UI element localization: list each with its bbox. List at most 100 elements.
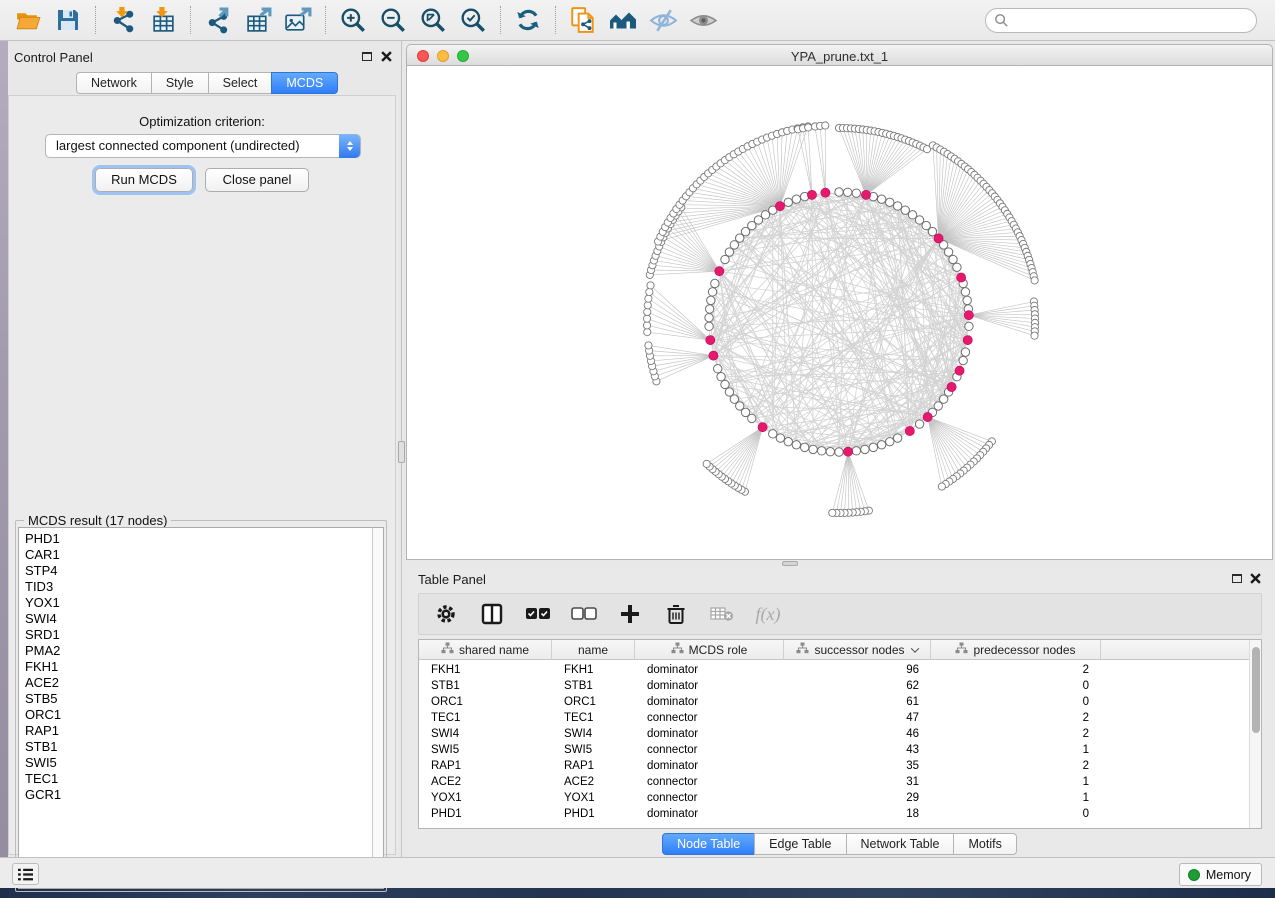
table-row[interactable]: SWI4SWI4dominator462 xyxy=(419,726,1101,742)
float-panel-icon[interactable] xyxy=(362,52,372,61)
cell-shared-name: YOX1 xyxy=(419,790,552,806)
export-table-icon[interactable] xyxy=(238,4,278,36)
column-header-name[interactable]: name xyxy=(552,640,635,660)
cell-name: PHD1 xyxy=(552,806,635,822)
mcds-result-item[interactable]: RAP1 xyxy=(25,723,373,739)
control-tab-mcds[interactable]: MCDS xyxy=(271,72,338,94)
control-tab-style[interactable]: Style xyxy=(151,72,209,94)
deselect-all-rows-icon[interactable] xyxy=(571,601,597,627)
table-settings-icon[interactable] xyxy=(433,601,459,627)
function-builder-icon[interactable]: f(x) xyxy=(755,601,781,627)
table-row[interactable]: ACE2ACE2connector311 xyxy=(419,774,1101,790)
column-header-predecessor-nodes[interactable]: predecessor nodes xyxy=(931,640,1101,660)
cell-successor-nodes: 47 xyxy=(784,710,931,726)
close-panel-icon[interactable] xyxy=(1250,573,1261,584)
add-row-icon[interactable] xyxy=(617,601,643,627)
copy-style-share-icon[interactable] xyxy=(563,4,603,36)
cell-successor-nodes: 62 xyxy=(784,678,931,694)
search-input[interactable] xyxy=(1015,14,1248,28)
mcds-result-scrollbar[interactable] xyxy=(372,527,384,889)
toolbar-separator xyxy=(325,6,326,34)
optimization-criterion-dropdown[interactable]: largest connected component (undirected) xyxy=(45,134,361,158)
mcds-result-item[interactable]: FKH1 xyxy=(25,659,373,675)
mcds-result-item[interactable]: GCR1 xyxy=(25,787,373,803)
table-row[interactable]: ORC1ORC1dominator610 xyxy=(419,694,1101,710)
table-tab-node-table[interactable]: Node Table xyxy=(662,833,755,855)
zoom-selected-icon[interactable] xyxy=(453,4,493,36)
mcds-result-item[interactable]: CAR1 xyxy=(25,547,373,563)
splitter-grip[interactable] xyxy=(782,561,798,566)
column-header-shared-name[interactable]: shared name xyxy=(419,640,552,660)
open-file-icon[interactable] xyxy=(8,4,48,36)
cell-successor-nodes: 61 xyxy=(784,694,931,710)
show-column-panel-icon[interactable] xyxy=(479,601,505,627)
mcds-result-item[interactable]: SRD1 xyxy=(25,627,373,643)
splitter-grip[interactable] xyxy=(398,441,405,463)
hide-selected-icon[interactable] xyxy=(643,4,683,36)
mcds-result-item[interactable]: STP4 xyxy=(25,563,373,579)
delete-table-icon[interactable] xyxy=(709,601,735,627)
table-scrollbar[interactable] xyxy=(1249,640,1261,828)
import-network-icon[interactable] xyxy=(103,4,143,36)
table-row[interactable]: PHD1PHD1dominator180 xyxy=(419,806,1101,822)
mcds-result-item[interactable]: SWI5 xyxy=(25,755,373,771)
float-panel-icon[interactable] xyxy=(1232,574,1242,583)
network-graph[interactable] xyxy=(407,66,1272,558)
delete-rows-icon[interactable] xyxy=(663,601,689,627)
table-row[interactable]: RAP1RAP1dominator352 xyxy=(419,758,1101,774)
table-row[interactable]: TEC1TEC1connector472 xyxy=(419,710,1101,726)
save-session-icon[interactable] xyxy=(48,4,88,36)
select-all-rows-icon[interactable] xyxy=(525,601,551,627)
column-type-icon xyxy=(955,642,968,657)
refresh-view-icon[interactable] xyxy=(508,4,548,36)
node-table[interactable]: shared namenameMCDS rolesuccessor nodesp… xyxy=(418,639,1262,829)
table-tab-network-table[interactable]: Network Table xyxy=(846,833,955,855)
mcds-result-item[interactable]: TID3 xyxy=(25,579,373,595)
mcds-result-item[interactable]: ACE2 xyxy=(25,675,373,691)
control-tab-select[interactable]: Select xyxy=(208,72,273,94)
mcds-result-item[interactable]: TEC1 xyxy=(25,771,373,787)
mcds-result-item[interactable]: STB1 xyxy=(25,739,373,755)
cell-MCDS-role: dominator xyxy=(635,806,784,822)
table-row[interactable]: SWI5SWI5connector431 xyxy=(419,742,1101,758)
cell-predecessor-nodes: 0 xyxy=(931,678,1101,694)
vertical-splitter[interactable] xyxy=(398,41,406,858)
network-titlebar[interactable]: YPA_prune.txt_1 xyxy=(406,44,1273,66)
table-row[interactable]: FKH1FKH1dominator962 xyxy=(419,662,1101,678)
close-panel-button[interactable]: Close panel xyxy=(205,168,309,192)
show-all-icon[interactable] xyxy=(683,4,723,36)
table-row[interactable]: YOX1YOX1connector291 xyxy=(419,790,1101,806)
column-header-MCDS-role[interactable]: MCDS role xyxy=(635,640,784,660)
import-table-icon[interactable] xyxy=(143,4,183,36)
cell-MCDS-role: connector xyxy=(635,742,784,758)
horizontal-splitter[interactable] xyxy=(406,560,1273,567)
run-mcds-button[interactable]: Run MCDS xyxy=(95,168,193,192)
table-tab-motifs[interactable]: Motifs xyxy=(953,833,1016,855)
cell-shared-name: ACE2 xyxy=(419,774,552,790)
mcds-result-list[interactable]: PHD1CAR1STP4TID3YOX1SWI4SRD1PMA2FKH1ACE2… xyxy=(18,527,374,889)
first-neighbors-icon[interactable] xyxy=(603,4,643,36)
zoom-fit-icon[interactable] xyxy=(413,4,453,36)
zoom-out-icon[interactable] xyxy=(373,4,413,36)
table-row[interactable]: STB1STB1dominator620 xyxy=(419,678,1101,694)
column-header-successor-nodes[interactable]: successor nodes xyxy=(784,640,931,660)
network-canvas[interactable] xyxy=(406,66,1273,560)
mcds-result-item[interactable]: SWI4 xyxy=(25,611,373,627)
search-field[interactable] xyxy=(985,8,1257,33)
memory-button[interactable]: Memory xyxy=(1179,863,1262,886)
control-tab-network[interactable]: Network xyxy=(76,72,152,94)
zoom-in-icon[interactable] xyxy=(333,4,373,36)
mcds-result-item[interactable]: PHD1 xyxy=(25,531,373,547)
task-history-button[interactable] xyxy=(12,863,39,885)
mcds-result-item[interactable]: STB5 xyxy=(25,691,373,707)
mcds-result-item[interactable]: PMA2 xyxy=(25,643,373,659)
close-panel-icon[interactable] xyxy=(381,51,392,62)
mcds-result-item[interactable]: YOX1 xyxy=(25,595,373,611)
table-tabs: Node TableEdge TableNetwork TableMotifs xyxy=(406,833,1273,855)
export-network-icon[interactable] xyxy=(198,4,238,36)
scrollbar-thumb[interactable] xyxy=(1252,647,1260,733)
export-image-icon[interactable] xyxy=(278,4,318,36)
control-panel-tabs: NetworkStyleSelectMCDS xyxy=(76,72,338,94)
table-tab-edge-table[interactable]: Edge Table xyxy=(754,833,846,855)
mcds-result-item[interactable]: ORC1 xyxy=(25,707,373,723)
